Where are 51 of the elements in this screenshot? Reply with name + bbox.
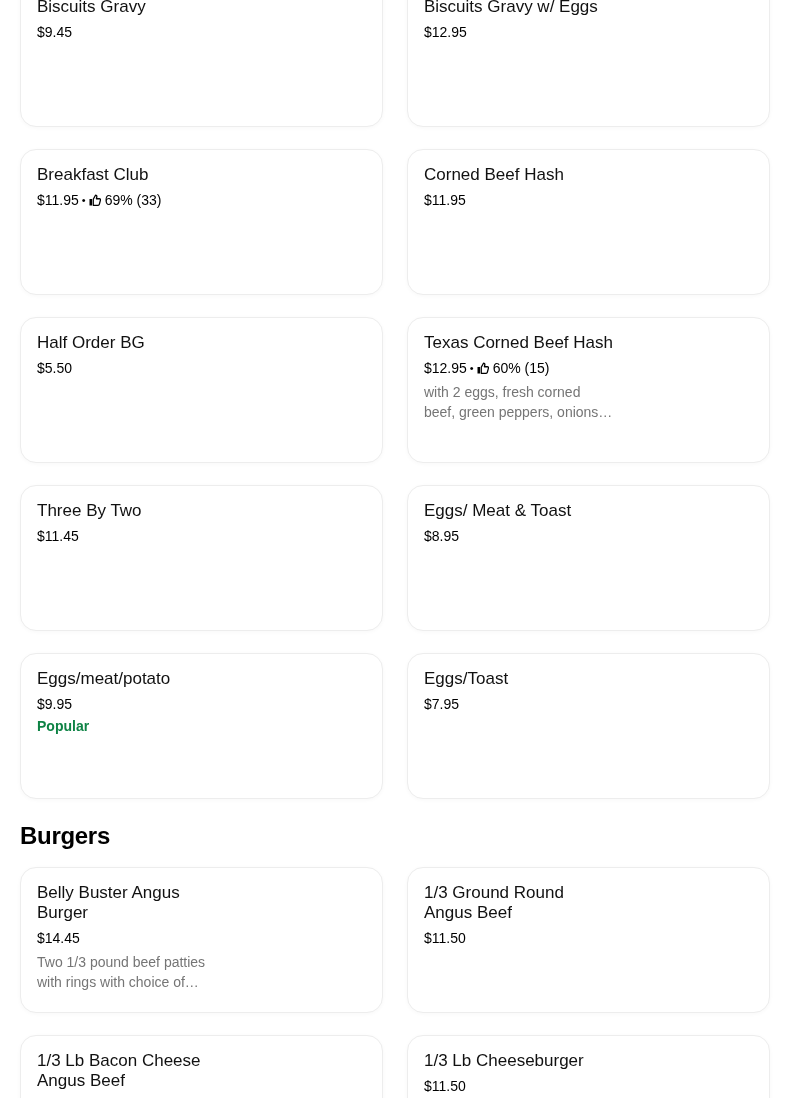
menu-item-card[interactable]: Eggs/ Meat & Toast $8.95	[407, 485, 770, 631]
menu-item-card[interactable]: Eggs/Toast $7.95	[407, 653, 770, 799]
item-name: Three By Two	[37, 501, 143, 521]
thumbs-up-icon	[476, 362, 489, 374]
thumbs-up-icon	[88, 194, 101, 206]
item-price: $11.95	[37, 191, 79, 210]
bullet-separator: •	[81, 193, 86, 208]
menu-item-card[interactable]: Three By Two $11.45	[20, 485, 383, 631]
item-price: $12.95	[424, 359, 467, 378]
item-name: Corned Beef Hash	[424, 165, 565, 185]
popularity-label: Popular	[37, 717, 90, 736]
item-name: Eggs/ Meat & Toast	[424, 501, 573, 521]
menu-item-card[interactable]: Biscuits Gravy $9.45	[20, 0, 383, 127]
item-name: Breakfast Club	[37, 165, 150, 185]
item-price: $5.50	[37, 359, 73, 378]
item-name: Belly Buster Angus Burger	[37, 883, 181, 923]
item-name: Half Order BG	[37, 333, 146, 353]
section-heading: Burgers	[20, 821, 110, 851]
menu-item-card[interactable]: Biscuits Gravy w/ Eggs $12.95	[407, 0, 770, 127]
item-price: $12.95	[424, 23, 467, 42]
item-price: $9.45	[37, 23, 73, 42]
menu-item-card[interactable]: 1/3 Ground Round Angus Beef $11.50	[407, 867, 770, 1013]
menu-item-card[interactable]: Half Order BG $5.50	[20, 317, 383, 463]
item-name: Texas Corned Beef Hash	[424, 333, 614, 353]
item-price: $7.95	[424, 695, 460, 714]
menu-item-card[interactable]: Belly Buster Angus Burger $14.45 Two 1/3 pound beef patties with rings with choice of…	[20, 867, 383, 1013]
item-price: $11.50	[424, 1077, 466, 1096]
item-name: Biscuits Gravy w/ Eggs	[424, 0, 599, 17]
item-name: Eggs/meat/potato	[37, 669, 172, 689]
item-price: $11.95	[424, 191, 466, 210]
menu-item-card[interactable]: Breakfast Club $11.95 • 69% (33)	[20, 149, 383, 295]
item-price: $8.95	[424, 527, 460, 546]
rating-text: 69% (33)	[104, 191, 162, 210]
item-name: 1/3 Ground Round Angus Beef	[424, 883, 565, 923]
item-description: with 2 eggs, fresh corned beef, green peppers, onions…	[424, 383, 614, 422]
item-name: Eggs/Toast	[424, 669, 510, 689]
rating-text: 60% (15)	[492, 359, 550, 378]
item-name: Biscuits Gravy	[37, 0, 147, 17]
menu-item-card[interactable]: Eggs/meat/potato $9.95 Popular	[20, 653, 383, 799]
menu-item-card[interactable]: 1/3 Lb Cheeseburger $11.50	[407, 1035, 770, 1098]
item-price: $14.45	[37, 929, 80, 948]
item-description: Two 1/3 pound beef patties with rings with choice of…	[37, 953, 207, 992]
menu-item-card[interactable]: 1/3 Lb Bacon Cheese Angus Beef	[20, 1035, 383, 1098]
bullet-separator: •	[469, 361, 474, 376]
item-price: $11.50	[424, 929, 466, 948]
menu-item-card[interactable]: Corned Beef Hash $11.95	[407, 149, 770, 295]
item-price: $9.95	[37, 695, 73, 714]
item-name: 1/3 Lb Bacon Cheese Angus Beef	[37, 1051, 202, 1091]
item-name: 1/3 Lb Cheeseburger	[424, 1051, 585, 1071]
menu-item-card[interactable]: Texas Corned Beef Hash $12.95 • 60% (15) with 2 eggs, fresh corned beef, green peppers, onions…	[407, 317, 770, 463]
item-price: $11.45	[37, 527, 79, 546]
